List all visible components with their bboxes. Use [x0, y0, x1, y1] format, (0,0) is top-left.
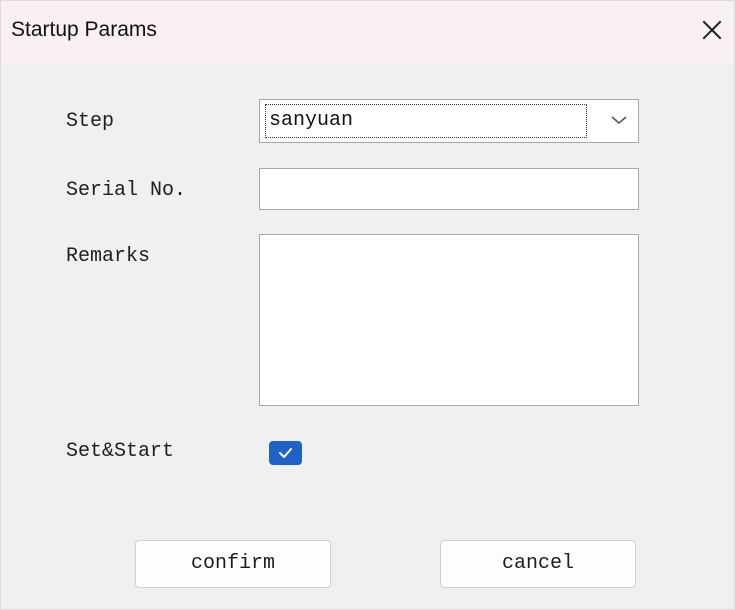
chevron-down-icon [611, 116, 627, 125]
close-icon [702, 20, 722, 40]
set-start-label: Set&Start [66, 440, 175, 463]
checkmark-icon [279, 448, 292, 458]
remarks-textarea[interactable] [259, 234, 639, 406]
dialog-title: Startup Params [11, 18, 157, 41]
title-bar[interactable]: Startup Params [1, 1, 734, 63]
startup-params-dialog: Startup Params Step sanyuan Serial No. R… [0, 0, 735, 610]
set-start-checkbox[interactable] [269, 441, 302, 465]
step-select[interactable]: sanyuan [259, 99, 639, 143]
step-select-value: sanyuan [269, 109, 354, 132]
remarks-label: Remarks [66, 245, 151, 268]
serial-no-label: Serial No. [66, 179, 187, 202]
dialog-content: Step sanyuan Serial No. Remarks Set&Star… [1, 63, 734, 609]
serial-no-field[interactable] [259, 168, 639, 210]
confirm-button[interactable]: confirm [135, 540, 331, 588]
close-button[interactable] [690, 9, 734, 51]
cancel-button[interactable]: cancel [440, 540, 636, 588]
step-label: Step [66, 110, 115, 133]
